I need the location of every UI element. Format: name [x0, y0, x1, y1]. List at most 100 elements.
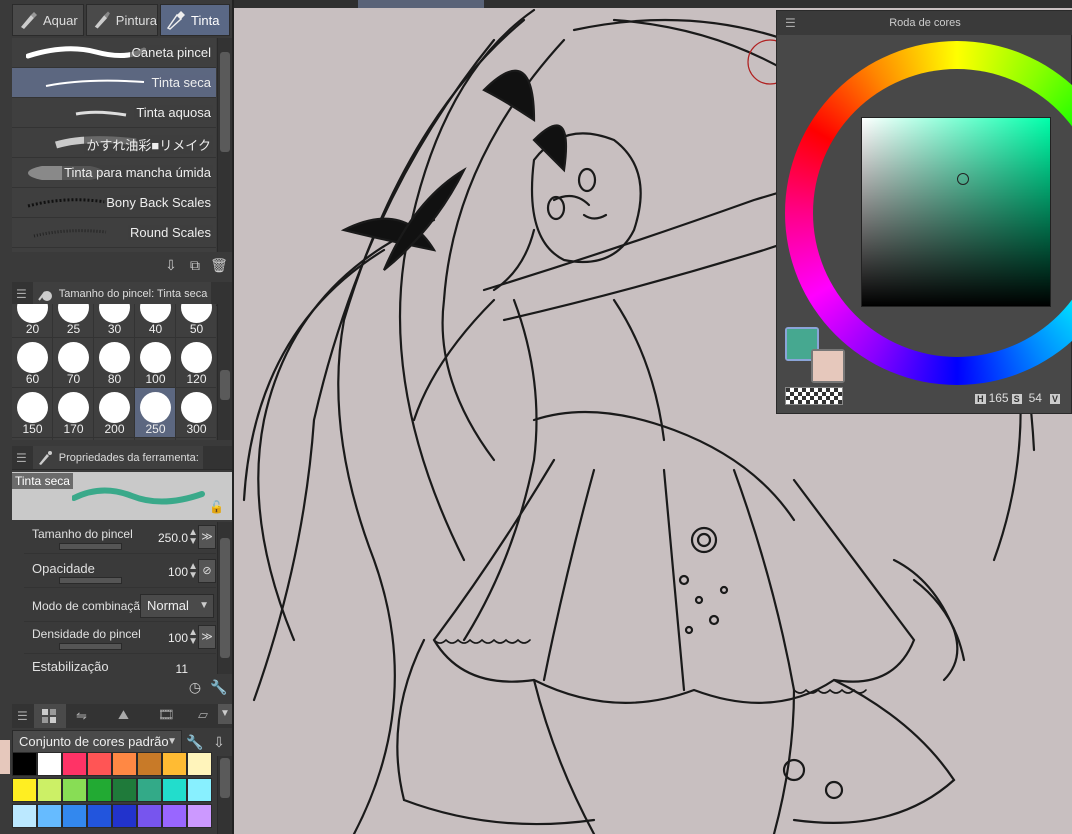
brush-item-caneta-pincel[interactable]: Caneta pincel: [12, 38, 216, 68]
palette-swatch[interactable]: [12, 752, 37, 776]
palette-swatch[interactable]: [187, 778, 212, 802]
brush-size-cell[interactable]: 300: [176, 388, 216, 438]
palette-swatch[interactable]: [37, 778, 62, 802]
palette-swatch[interactable]: [112, 804, 137, 828]
palette-swatch[interactable]: [37, 752, 62, 776]
opacity-slider[interactable]: [59, 577, 122, 584]
spinner-icon[interactable]: ▲ ▼: [188, 562, 198, 581]
sub-color-swatch[interactable]: [811, 349, 845, 383]
brush-size-cell[interactable]: [53, 438, 94, 440]
brush-size-cell[interactable]: 150: [12, 388, 53, 438]
palette-swatch[interactable]: [37, 804, 62, 828]
saturation-value-square[interactable]: [861, 117, 1051, 307]
tool-properties-scrollbar[interactable]: [217, 522, 232, 674]
palette-swatch[interactable]: [137, 778, 162, 802]
palette-swatch[interactable]: [162, 752, 187, 776]
brush-size-cell[interactable]: 20: [12, 304, 53, 338]
brush-size-cell[interactable]: [94, 438, 135, 440]
brush-size-cell[interactable]: 100: [135, 338, 176, 388]
palette-swatch[interactable]: [137, 752, 162, 776]
palette-swatch[interactable]: [112, 752, 137, 776]
spinner-icon[interactable]: ▲ ▼: [188, 628, 198, 647]
opacity-settings-button[interactable]: ⊘: [198, 559, 216, 583]
trash-icon[interactable]: 🗑: [210, 256, 228, 274]
brush-size-cell[interactable]: [176, 438, 216, 440]
lock-icon[interactable]: 🔓: [209, 500, 224, 514]
chevron-down-icon[interactable]: ▼: [218, 704, 232, 724]
blend-mode-select[interactable]: Normal ▼: [140, 594, 214, 618]
brush-size-cell[interactable]: 80: [94, 338, 135, 388]
sub-view-tab[interactable]: ▱: [198, 707, 208, 723]
palette-swatch[interactable]: [162, 804, 187, 828]
menu-icon[interactable]: ☰: [16, 451, 27, 465]
document-tab[interactable]: [358, 0, 484, 8]
brush-item-bony-back-scales[interactable]: Bony Back Scales: [12, 188, 216, 218]
duplicate-icon[interactable]: ⧉: [186, 256, 204, 274]
menu-icon[interactable]: ☰: [17, 709, 28, 723]
palette-swatch[interactable]: [87, 804, 112, 828]
palette-swatch[interactable]: [137, 804, 162, 828]
palette-swatch[interactable]: [112, 778, 137, 802]
brush-density-value[interactable]: 100: [168, 631, 188, 645]
color-history-tab[interactable]: 🎞: [158, 707, 175, 723]
brush-density-slider[interactable]: [59, 643, 122, 650]
palette-swatch[interactable]: [187, 804, 212, 828]
color-set-tab[interactable]: [34, 704, 66, 728]
palette-swatch[interactable]: [162, 778, 187, 802]
brush-size-cell[interactable]: [12, 438, 53, 440]
brush-size-value[interactable]: 250.0: [158, 531, 188, 545]
palette-swatch[interactable]: [12, 778, 37, 802]
transparent-color-swatch[interactable]: [785, 387, 843, 405]
import-icon[interactable]: ⇩: [210, 733, 228, 751]
density-settings-button[interactable]: ≫: [198, 625, 216, 649]
tool-properties-tab[interactable]: Propriedades da ferramenta:: [32, 446, 203, 469]
brush-size-cell[interactable]: 25: [53, 304, 94, 338]
stabilization-value[interactable]: 11: [176, 662, 188, 674]
brush-size-cell[interactable]: 60: [12, 338, 53, 388]
brush-size-cell[interactable]: 200: [94, 388, 135, 438]
brush-size-scrollbar[interactable]: [217, 304, 232, 440]
brush-item-kasure[interactable]: かすれ油彩■リメイク: [12, 128, 216, 158]
export-icon[interactable]: ⇩: [162, 256, 180, 274]
approximate-color-tab[interactable]: ⛰: [118, 707, 129, 723]
wrench-icon[interactable]: 🔧: [186, 733, 204, 751]
menu-icon[interactable]: ☰: [16, 287, 27, 301]
tab-watercolor[interactable]: Aquar: [12, 4, 84, 36]
palette-scrollbar[interactable]: [217, 756, 232, 834]
brush-size-cell[interactable]: 50: [176, 304, 216, 338]
scrollbar-thumb[interactable]: [220, 52, 230, 152]
brush-item-round-scales[interactable]: Round Scales: [12, 218, 216, 248]
tab-paint[interactable]: Pintura: [86, 4, 158, 36]
brush-item-tinta-seca[interactable]: Tinta seca: [12, 68, 216, 98]
palette-swatch[interactable]: [87, 778, 112, 802]
palette-swatch[interactable]: [62, 804, 87, 828]
spinner-icon[interactable]: ▲ ▼: [188, 528, 198, 547]
brush-size-cell[interactable]: 250: [135, 388, 176, 438]
palette-swatch[interactable]: [12, 804, 37, 828]
opacity-value[interactable]: 100: [168, 565, 188, 579]
brush-size-cell[interactable]: 70: [53, 338, 94, 388]
pressure-settings-button[interactable]: ≫: [198, 525, 216, 549]
palette-swatch[interactable]: [87, 752, 112, 776]
palette-swatch[interactable]: [187, 752, 212, 776]
intermediate-color-tab[interactable]: ⇋: [76, 708, 87, 724]
wrench-icon[interactable]: 🔧: [210, 678, 228, 696]
menu-icon[interactable]: ☰: [785, 16, 796, 30]
palette-swatch[interactable]: [62, 778, 87, 802]
palette-swatch[interactable]: [62, 752, 87, 776]
brush-item-tinta-aquosa[interactable]: Tinta aquosa: [12, 98, 216, 128]
brush-size-cell[interactable]: [135, 438, 176, 440]
color-picker-cursor[interactable]: [957, 173, 969, 185]
brush-size-cell[interactable]: 170: [53, 388, 94, 438]
brush-size-cell[interactable]: 40: [135, 304, 176, 338]
brush-list-scrollbar[interactable]: [217, 38, 232, 252]
scrollbar-thumb[interactable]: [220, 758, 230, 798]
brush-item-tinta-mancha[interactable]: Tinta para mancha úmida: [12, 158, 216, 188]
tab-ink[interactable]: Tinta: [160, 4, 230, 36]
color-set-select[interactable]: Conjunto de cores padrão ▼: [12, 730, 182, 754]
brush-size-tab[interactable]: Tamanho do pincel: Tinta seca: [32, 282, 212, 305]
brush-size-cell[interactable]: 120: [176, 338, 216, 388]
scrollbar-thumb[interactable]: [220, 538, 230, 658]
brush-size-cell[interactable]: 30: [94, 304, 135, 338]
reset-icon[interactable]: ◷: [186, 678, 204, 696]
